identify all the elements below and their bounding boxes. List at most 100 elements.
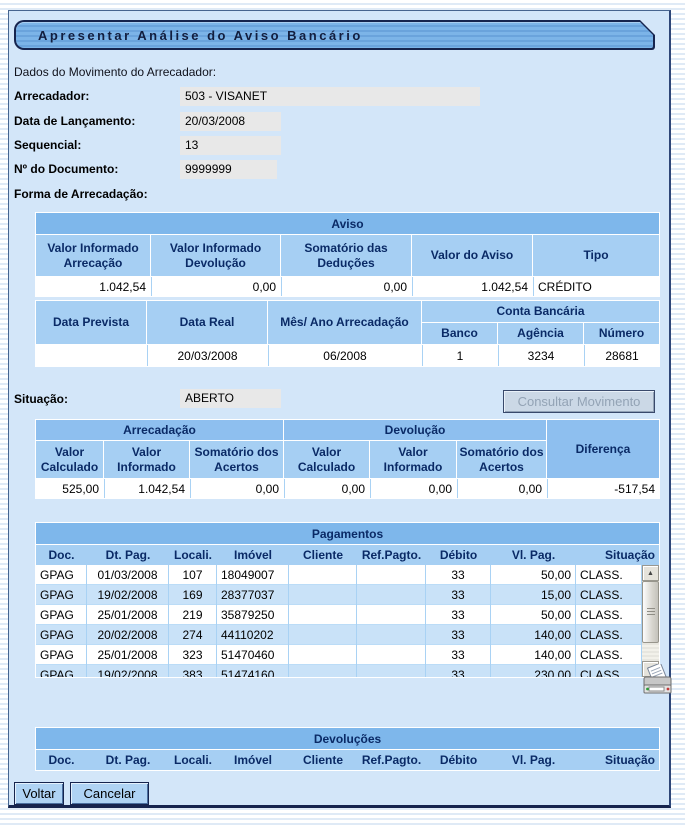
field-value-num-documento[interactable]: 9999999 <box>180 160 277 179</box>
table-cell: GPAG <box>36 605 87 625</box>
table-row: GPAG 25/01/2008 219 35879250 33 50,00 CL… <box>36 605 659 625</box>
table-cell: 274 <box>169 625 217 645</box>
print-button[interactable] <box>641 664 675 696</box>
table-cell: 33 <box>426 605 491 625</box>
pagamentos-scrollbar[interactable]: ▲ ▼ <box>642 565 659 677</box>
aviso-table: Aviso Valor Informado Arrecação Valor In… <box>35 212 660 297</box>
table-cell: CLASS. <box>576 605 642 625</box>
table-cell: 3234 <box>498 345 583 366</box>
table-cell: 33 <box>426 585 491 605</box>
table-cell: CLASS. <box>576 565 642 585</box>
table-cell: 33 <box>426 645 491 665</box>
header-cell: Data Prevista <box>36 301 146 344</box>
cancelar-button[interactable]: Cancelar <box>70 782 149 805</box>
table-cell: 33 <box>426 625 491 645</box>
table-cell: 0,00 <box>190 479 283 498</box>
table-cell: 107 <box>169 565 217 585</box>
consultar-movimento-button[interactable]: Consultar Movimento <box>503 390 655 413</box>
table-cell: 1 <box>422 345 497 366</box>
table-cell <box>289 625 357 645</box>
table-cell <box>357 665 426 677</box>
header-cell: Valor Calculado <box>284 441 369 478</box>
table-cell: 1.042,54 <box>412 277 532 296</box>
pagamentos-scroll-area: GPAG 01/03/2008 107 18049007 33 50,00 CL… <box>36 565 659 677</box>
table-cell: 1.042,54 <box>36 277 150 296</box>
field-label-data-lancamento: Data de Lançamento: <box>14 114 135 128</box>
header-cell: Ref.Pagto. <box>357 545 426 565</box>
scroll-up-button[interactable]: ▲ <box>642 565 659 581</box>
header-cell: Vl. Pag. <box>491 545 576 565</box>
header-cell: Diferença <box>547 420 659 478</box>
table-cell: GPAG <box>36 665 87 677</box>
table-cell: 0,00 <box>281 277 411 296</box>
table-cell <box>357 625 426 645</box>
table-cell: CLASS. <box>576 585 642 605</box>
field-value-sequencial[interactable]: 13 <box>180 136 281 155</box>
header-cell: Situação <box>576 750 659 770</box>
table-cell: 0,00 <box>284 479 369 498</box>
table-cell: CRÉDITO <box>533 277 659 296</box>
table-cell: 20/02/2008 <box>87 625 169 645</box>
printer-icon <box>641 664 675 696</box>
header-cell: Vl. Pag. <box>491 750 576 770</box>
table-cell: 50,00 <box>491 565 576 585</box>
table-cell: 140,00 <box>491 645 576 665</box>
table-cell: 51470460 <box>217 645 289 665</box>
table-cell: CLASS. <box>576 665 642 677</box>
header-cell: Valor Informado Devolução <box>151 235 280 276</box>
table-cell <box>289 645 357 665</box>
header-cell: Data Real <box>147 301 267 344</box>
table-title: Pagamentos <box>36 523 659 544</box>
table-cell: 19/02/2008 <box>87 585 169 605</box>
table-cell: 06/2008 <box>268 345 421 366</box>
resumo-table: Arrecadação Devolução Diferença Valor Ca… <box>35 419 660 499</box>
table-cell: GPAG <box>36 625 87 645</box>
situacao-value[interactable]: ABERTO <box>180 389 281 408</box>
table-cell: CLASS. <box>576 645 642 665</box>
table-cell: 28681 <box>584 345 659 366</box>
field-label-forma-arrecadacao: Forma de Arrecadação: <box>14 187 148 201</box>
header-cell: Débito <box>426 750 491 770</box>
main-panel: Apresentar Análise do Aviso Bancário Dad… <box>8 10 671 808</box>
table-cell: -517,54 <box>547 479 659 498</box>
header-cell: Cliente <box>289 750 357 770</box>
header-cell: Ref.Pagto. <box>357 750 426 770</box>
table-row: GPAG 20/02/2008 274 44110202 33 140,00 C… <box>36 625 659 645</box>
table-cell: 25/01/2008 <box>87 645 169 665</box>
table-cell <box>36 345 146 366</box>
header-cell: Tipo <box>533 235 659 276</box>
title-bar: Apresentar Análise do Aviso Bancário <box>14 20 655 50</box>
field-value-data-lancamento[interactable]: 20/03/2008 <box>180 112 281 131</box>
header-cell: Agência <box>498 323 583 344</box>
field-value-arrecadador[interactable]: 503 - VISANET <box>180 87 480 106</box>
table-cell <box>289 565 357 585</box>
voltar-button[interactable]: Voltar <box>14 782 64 805</box>
table-cell: 44110202 <box>217 625 289 645</box>
table-cell <box>357 565 426 585</box>
table-row: GPAG 01/03/2008 107 18049007 33 50,00 CL… <box>36 565 659 585</box>
group-header-cell: Arrecadação <box>36 420 283 440</box>
table-cell: 51474160 <box>217 665 289 677</box>
table-cell <box>289 665 357 677</box>
header-cell: Locali. <box>169 545 217 565</box>
header-cell: Valor Informado <box>370 441 456 478</box>
table-cell: 19/02/2008 <box>87 665 169 677</box>
table-row: GPAG 25/01/2008 323 51470460 33 140,00 C… <box>36 645 659 665</box>
header-cell: Doc. <box>36 750 87 770</box>
table-cell: 18049007 <box>217 565 289 585</box>
field-label-sequencial: Sequencial: <box>14 138 81 152</box>
header-cell: Valor Calculado <box>36 441 103 478</box>
field-label-num-documento: Nº do Documento: <box>14 162 118 176</box>
table-cell: 169 <box>169 585 217 605</box>
table-cell: 33 <box>426 565 491 585</box>
table-cell: 0,00 <box>151 277 280 296</box>
header-cell: Locali. <box>169 750 217 770</box>
pagamentos-table: Pagamentos Doc. Dt. Pag. Locali. Imóvel … <box>35 522 660 678</box>
table-cell: 140,00 <box>491 625 576 645</box>
section-label: Dados do Movimento do Arrecadador: <box>14 65 216 79</box>
table-cell: 0,00 <box>370 479 456 498</box>
header-cell: Valor do Aviso <box>412 235 532 276</box>
scroll-thumb[interactable] <box>642 581 659 643</box>
table-cell: 525,00 <box>36 479 103 498</box>
table-cell: GPAG <box>36 565 87 585</box>
